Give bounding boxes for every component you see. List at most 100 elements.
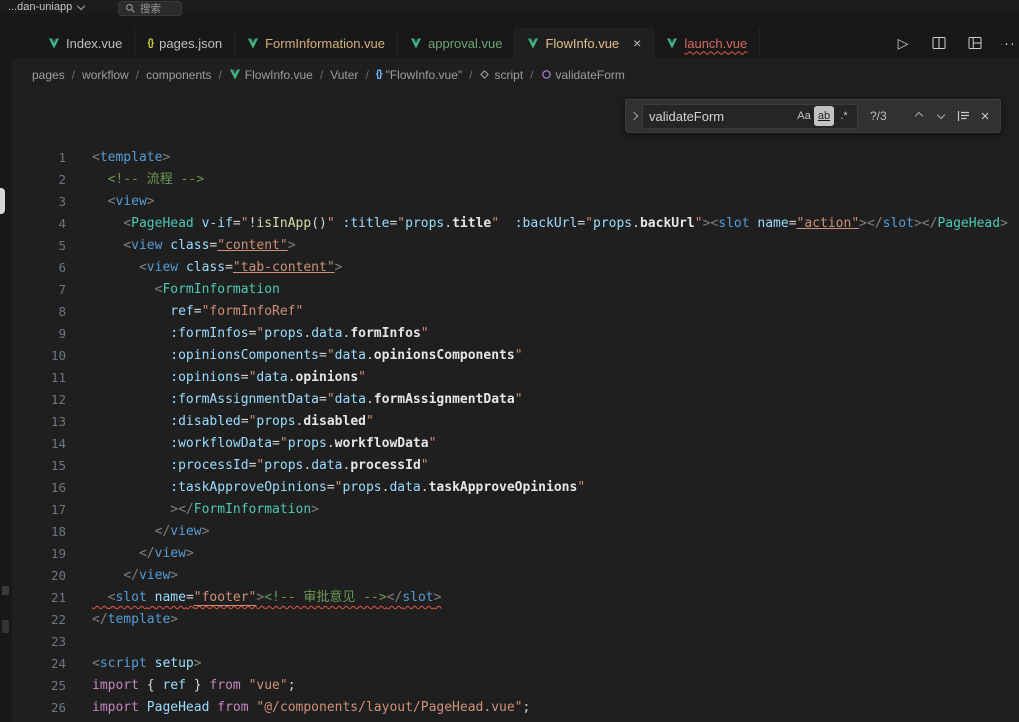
code-token: < bbox=[123, 216, 131, 231]
code-token: () bbox=[311, 216, 327, 231]
titlebar-search-box[interactable]: 搜索 bbox=[118, 1, 182, 16]
code-line-22[interactable]: 22</template> bbox=[0, 609, 1019, 631]
breadcrumb-item-components[interactable]: components bbox=[146, 68, 211, 82]
code-token: </ bbox=[123, 568, 139, 583]
code-token bbox=[92, 502, 170, 517]
code-token bbox=[92, 458, 170, 473]
line-content: ></FormInformation> bbox=[66, 499, 319, 521]
code-line-15[interactable]: 15 :processId="props.data.processId" bbox=[0, 455, 1019, 477]
code-line-26[interactable]: 26import PageHead from "@/components/lay… bbox=[0, 697, 1019, 719]
code-token: ></ bbox=[859, 216, 882, 231]
code-token: class bbox=[170, 238, 209, 253]
code-token: ></ bbox=[170, 502, 193, 517]
workspace-title[interactable]: ...dan-uniapp bbox=[8, 1, 72, 13]
code-token: = bbox=[233, 216, 241, 231]
breadcrumb-item-workflow[interactable]: workflow bbox=[82, 68, 129, 82]
whole-word-toggle[interactable]: ab bbox=[814, 106, 834, 126]
breadcrumb-item-vuter[interactable]: Vuter bbox=[330, 68, 358, 82]
code-line-23[interactable]: 23 bbox=[0, 631, 1019, 653]
code-line-2[interactable]: 2 <!-- 流程 --> bbox=[0, 169, 1019, 191]
code-token: } bbox=[186, 678, 209, 693]
code-line-20[interactable]: 20 </view> bbox=[0, 565, 1019, 587]
toggle-replace-button[interactable] bbox=[626, 100, 642, 132]
breadcrumb-item-flowinfo-vue[interactable]: FlowInfo.vue bbox=[229, 68, 313, 82]
code-line-9[interactable]: 9 :formInfos="props.data.formInfos" bbox=[0, 323, 1019, 345]
code-token: props bbox=[405, 216, 444, 231]
code-token: view bbox=[131, 238, 162, 253]
regex-toggle[interactable]: .* bbox=[834, 106, 854, 126]
code-token: slot bbox=[402, 590, 433, 605]
code-line-11[interactable]: 11 :opinions="data.opinions" bbox=[0, 367, 1019, 389]
code-token: view bbox=[155, 546, 186, 561]
code-line-25[interactable]: 25import { ref } from "vue"; bbox=[0, 675, 1019, 697]
symbol-method-icon bbox=[541, 69, 552, 80]
code-token bbox=[92, 392, 170, 407]
code-line-18[interactable]: 18 </view> bbox=[0, 521, 1019, 543]
tab-index-vue[interactable]: Index.vue bbox=[36, 28, 135, 58]
more-actions-button[interactable]: ··· bbox=[1001, 32, 1013, 54]
tab-label: approval.vue bbox=[428, 36, 502, 51]
breadcrumb-item-validateform[interactable]: validateForm bbox=[541, 68, 625, 82]
close-icon: × bbox=[981, 108, 990, 125]
code-line-21[interactable]: 21 <slot name="footer"><!-- 审批意见 --></sl… bbox=[0, 587, 1019, 609]
code-token: " bbox=[491, 216, 499, 231]
line-content: :disabled="props.disabled" bbox=[66, 411, 374, 433]
chevron-down-icon bbox=[77, 1, 85, 9]
split-editor-button[interactable] bbox=[929, 32, 949, 54]
code-token bbox=[178, 260, 186, 275]
code-token: = bbox=[186, 590, 194, 605]
tab-bar-actions: ▷ ··· bbox=[893, 28, 1019, 58]
code-line-6[interactable]: 6 <view class="tab-content"> bbox=[0, 257, 1019, 279]
find-widget: Aa ab .* ?/3 × bbox=[625, 99, 1001, 133]
code-token bbox=[147, 590, 155, 605]
close-tab-icon[interactable]: × bbox=[633, 36, 641, 50]
code-token: "tab-content" bbox=[233, 260, 335, 275]
code-token: workflowData bbox=[335, 436, 429, 451]
find-next-button[interactable] bbox=[930, 105, 952, 127]
code-line-8[interactable]: 8 ref="formInfoRef" bbox=[0, 301, 1019, 323]
code-line-4[interactable]: 4 <PageHead v-if="!isInApp()" :title="pr… bbox=[0, 213, 1019, 235]
code-line-24[interactable]: 24<script setup> bbox=[0, 653, 1019, 675]
find-input[interactable] bbox=[649, 109, 794, 124]
code-token: setup bbox=[155, 656, 194, 671]
code-line-5[interactable]: 5 <view class="content"> bbox=[0, 235, 1019, 257]
code-token: formInfos bbox=[350, 326, 420, 341]
editor-layout-button[interactable] bbox=[965, 32, 985, 54]
breadcrumb-item-script[interactable]: script bbox=[479, 68, 523, 82]
find-close-button[interactable]: × bbox=[974, 105, 996, 127]
tab-launch-vue[interactable]: launch.vue bbox=[654, 28, 760, 58]
line-content: ref="formInfoRef" bbox=[66, 301, 303, 323]
run-button[interactable]: ▷ bbox=[893, 32, 913, 54]
code-token bbox=[335, 216, 343, 231]
breadcrumb-item--flowinfo-vue-[interactable]: {}"FlowInfo.vue" bbox=[376, 68, 462, 82]
code-line-19[interactable]: 19 </view> bbox=[0, 543, 1019, 565]
code-line-12[interactable]: 12 :formAssignmentData="data.formAssignm… bbox=[0, 389, 1019, 411]
code-line-3[interactable]: 3 <view> bbox=[0, 191, 1019, 213]
tab-approval-vue[interactable]: approval.vue bbox=[398, 28, 515, 58]
code-line-17[interactable]: 17 ></FormInformation> bbox=[0, 499, 1019, 521]
code-token: props bbox=[288, 436, 327, 451]
breadcrumb-item-pages[interactable]: pages bbox=[32, 68, 65, 82]
code-token: " bbox=[515, 348, 523, 363]
find-previous-button[interactable] bbox=[908, 105, 930, 127]
tab-forminformation-vue[interactable]: FormInformation.vue bbox=[235, 28, 398, 58]
vue-icon bbox=[229, 69, 241, 80]
code-line-10[interactable]: 10 :opinionsComponents="data.opinionsCom… bbox=[0, 345, 1019, 367]
editor: Aa ab .* ?/3 × 1<template>2 <!-- 流程 -->3… bbox=[0, 91, 1019, 722]
code-line-14[interactable]: 14 :workflowData="props.workflowData" bbox=[0, 433, 1019, 455]
code-line-7[interactable]: 7 <FormInformation bbox=[0, 279, 1019, 301]
code-line-16[interactable]: 16 :taskApproveOpinions="props.data.task… bbox=[0, 477, 1019, 499]
find-in-selection-button[interactable] bbox=[952, 105, 974, 127]
tabs: Index.vue{}pages.jsonFormInformation.vue… bbox=[36, 28, 760, 58]
match-case-toggle[interactable]: Aa bbox=[794, 106, 814, 126]
tab-flowinfo-vue[interactable]: FlowInfo.vue× bbox=[515, 28, 654, 58]
code-token: import bbox=[92, 678, 139, 693]
code-token: from bbox=[209, 678, 240, 693]
code-line-1[interactable]: 1<template> bbox=[0, 147, 1019, 169]
find-results-count: ?/3 bbox=[870, 109, 896, 123]
tab-pages-json[interactable]: {}pages.json bbox=[135, 28, 235, 58]
code-line-13[interactable]: 13 :disabled="props.disabled" bbox=[0, 411, 1019, 433]
vue-icon bbox=[48, 38, 60, 49]
breadcrumb: pages/workflow/components/FlowInfo.vue/V… bbox=[0, 58, 1019, 91]
code-token: = bbox=[789, 216, 797, 231]
